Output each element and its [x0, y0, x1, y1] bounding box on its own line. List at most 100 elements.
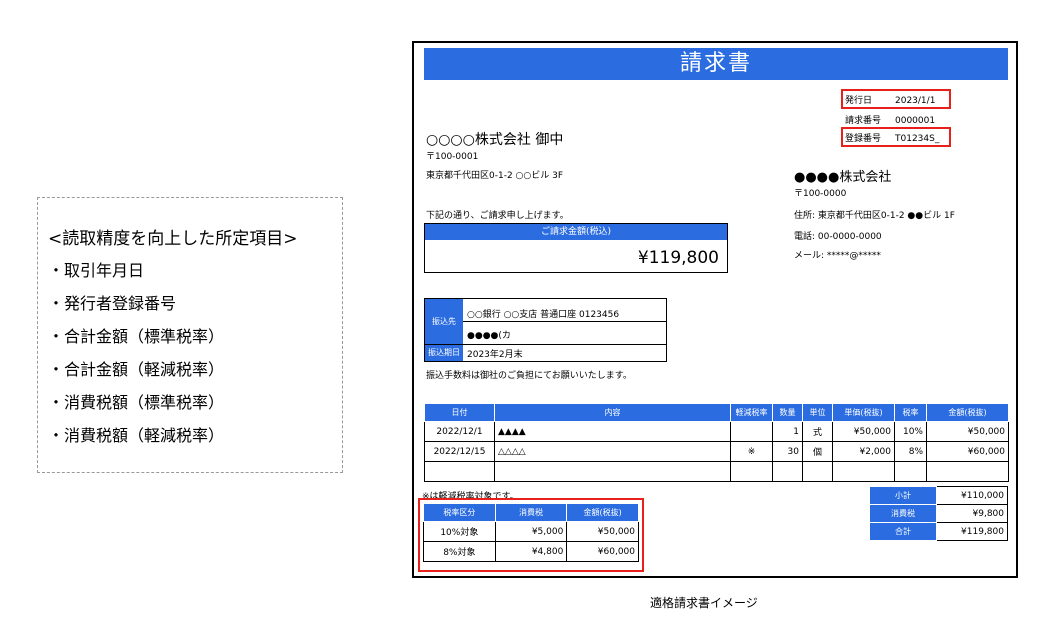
items-header-row: 日付 内容 軽減税率 数量 単位 単価(税抜) 税率 金額(税抜): [424, 403, 1009, 422]
total-amount: ¥119,800: [637, 248, 719, 268]
summary-row: 消費税 ¥9,800: [869, 504, 1008, 523]
summary-row: 合計 ¥119,800: [869, 522, 1008, 541]
note-item: ・消費税額（標準税率）: [48, 393, 225, 412]
total-label: ご請求金額(税込): [425, 224, 727, 240]
col-qty: 数量: [772, 403, 803, 422]
sender-zip: 〒100-0000: [794, 189, 847, 199]
cell-consumption-tax: ¥5,000: [494, 521, 568, 542]
bank-divider: [425, 344, 666, 345]
cell-qty: 30: [772, 441, 803, 462]
note-item: ・合計金額（標準税率）: [48, 327, 225, 346]
col-reduced: 軽減税率: [730, 403, 773, 422]
cell-unit-price: ¥50,000: [832, 421, 895, 442]
cell-unit: 個: [802, 441, 833, 462]
invoice-title: 請求書: [424, 48, 1008, 80]
tax-header-row: 税率区分 消費税 金額(税抜): [423, 503, 639, 522]
note-list: ・取引年月日 ・発行者登録番号 ・合計金額（標準税率） ・合計金額（軽減税率） …: [48, 260, 224, 458]
figure-caption: 適格請求書イメージ: [650, 596, 758, 610]
total-amount-box: ご請求金額(税込) ¥119,800: [424, 223, 728, 273]
note-item: ・発行者登録番号: [48, 294, 177, 313]
cell-tax-rate: [894, 461, 927, 482]
table-row: 2022/12/1 ▲▲▲▲ 1 式 ¥50,000 10% ¥50,000: [424, 421, 1009, 442]
summary-row: 小計 ¥110,000: [869, 486, 1008, 505]
cell-qty: [772, 461, 803, 482]
tax-breakdown-table: 税率区分 消費税 金額(税抜) 10%対象 ¥5,000 ¥50,000 8%対…: [423, 503, 639, 562]
cell-tax-amount: ¥60,000: [566, 541, 639, 562]
extraction-items-note: <読取精度を向上した所定項目> ・取引年月日 ・発行者登録番号 ・合計金額（標準…: [37, 197, 343, 473]
due-date: 2023年2月末: [467, 350, 523, 360]
bank-info: 振込先 振込期日 ○○銀行 ○○支店 普通口座 0123456 ●●●●(カ 2…: [424, 298, 667, 362]
issue-date: 2023/1/1: [895, 96, 936, 106]
summary-table: 小計 ¥110,000 消費税 ¥9,800 合計 ¥119,800: [869, 486, 1008, 541]
col-content: 内容: [494, 403, 731, 422]
cell-unit-price: ¥2,000: [832, 441, 895, 462]
cell-reduced: [730, 421, 773, 442]
invoice-document: 請求書 発行日 2023/1/1 請求番号 0000001 登録番号 T01234S_…: [412, 41, 1018, 578]
table-row: [424, 461, 1009, 482]
invoice-no-label: 請求番号: [845, 116, 882, 126]
sender-tel: 電話: 00-0000-0000: [794, 232, 882, 242]
cell-amount: [926, 461, 1009, 482]
note-item: ・合計金額（軽減税率）: [48, 360, 225, 379]
subtotal-value: ¥110,000: [936, 486, 1008, 505]
cell-tax-amount: ¥50,000: [566, 521, 639, 542]
cell-reduced: ※: [730, 441, 773, 462]
table-row: 10%対象 ¥5,000 ¥50,000: [423, 521, 639, 542]
invoice-no: 0000001: [895, 116, 936, 126]
recipient-name: ○○○○株式会社 御中: [426, 132, 564, 148]
col-unit: 単位: [802, 403, 833, 422]
cell-tax-rate: 10%: [894, 421, 927, 442]
subtotal-label: 小計: [869, 486, 937, 505]
cell-content: [494, 461, 731, 482]
sender-mail: メール: *****@*****: [794, 251, 881, 261]
fee-note: 振込手数料は御社のご負担にてお願いいたします。: [426, 371, 632, 381]
col-tax-category: 税率区分: [423, 503, 496, 522]
col-tax-rate: 税率: [894, 403, 927, 422]
cell-reduced: [730, 461, 773, 482]
col-amount: 金額(税抜): [926, 403, 1009, 422]
reg-no: T01234S_: [895, 134, 940, 144]
tax-value: ¥9,800: [936, 504, 1008, 523]
col-consumption-tax: 消費税: [494, 503, 568, 522]
col-date: 日付: [424, 403, 495, 422]
cell-consumption-tax: ¥4,800: [494, 541, 568, 562]
cell-tax-category: 8%対象: [423, 541, 496, 562]
tax-breakdown-highlight: 税率区分 消費税 金額(税抜) 10%対象 ¥5,000 ¥50,000 8%対…: [418, 498, 644, 572]
cell-tax-rate: 8%: [894, 441, 927, 462]
col-tax-amount: 金額(税抜): [566, 503, 639, 522]
bank-line1: ○○銀行 ○○支店 普通口座 0123456: [467, 310, 620, 320]
issue-date-label: 発行日: [845, 96, 873, 106]
cell-amount: ¥50,000: [926, 421, 1009, 442]
items-table: 日付 内容 軽減税率 数量 単位 単価(税抜) 税率 金額(税抜) 2022/1…: [424, 403, 1009, 482]
note-item: ・消費税額（軽減税率）: [48, 426, 225, 445]
bank-label: 振込先: [425, 299, 463, 344]
cell-content: ▲▲▲▲: [494, 421, 731, 442]
note-title: <読取精度を向上した所定項目>: [48, 229, 298, 249]
cell-unit: 式: [802, 421, 833, 442]
intro-text: 下記の通り、ご請求申し上げます。: [426, 211, 569, 221]
cell-unit-price: [832, 461, 895, 482]
cell-qty: 1: [772, 421, 803, 442]
tax-label: 消費税: [869, 504, 937, 523]
table-row: 2022/12/15 △△△△ ※ 30 個 ¥2,000 8% ¥60,000: [424, 441, 1009, 462]
cell-date: 2022/12/1: [424, 421, 495, 442]
grand-total-label: 合計: [869, 522, 937, 541]
bank-line2: ●●●●(カ: [467, 331, 511, 341]
due-label: 振込期日: [425, 344, 463, 361]
cell-date: [424, 461, 495, 482]
cell-tax-category: 10%対象: [423, 521, 496, 542]
note-item: ・取引年月日: [48, 261, 145, 280]
sender-address: 住所: 東京都千代田区0-1-2 ●●ビル 1F: [794, 211, 955, 221]
grand-total-value: ¥119,800: [936, 522, 1008, 541]
cell-content: △△△△: [494, 441, 731, 462]
cell-amount: ¥60,000: [926, 441, 1009, 462]
cell-date: 2022/12/15: [424, 441, 495, 462]
table-row: 8%対象 ¥4,800 ¥60,000: [423, 541, 639, 562]
cell-unit: [802, 461, 833, 482]
col-unit-price: 単価(税抜): [832, 403, 895, 422]
reg-no-label: 登録番号: [845, 134, 882, 144]
sender-name: ●●●●株式会社: [794, 170, 892, 185]
bank-divider: [463, 321, 666, 322]
recipient-zip: 〒100-0001: [426, 152, 479, 162]
recipient-address: 東京都千代田区0-1-2 ○○ビル 3F: [426, 171, 564, 181]
